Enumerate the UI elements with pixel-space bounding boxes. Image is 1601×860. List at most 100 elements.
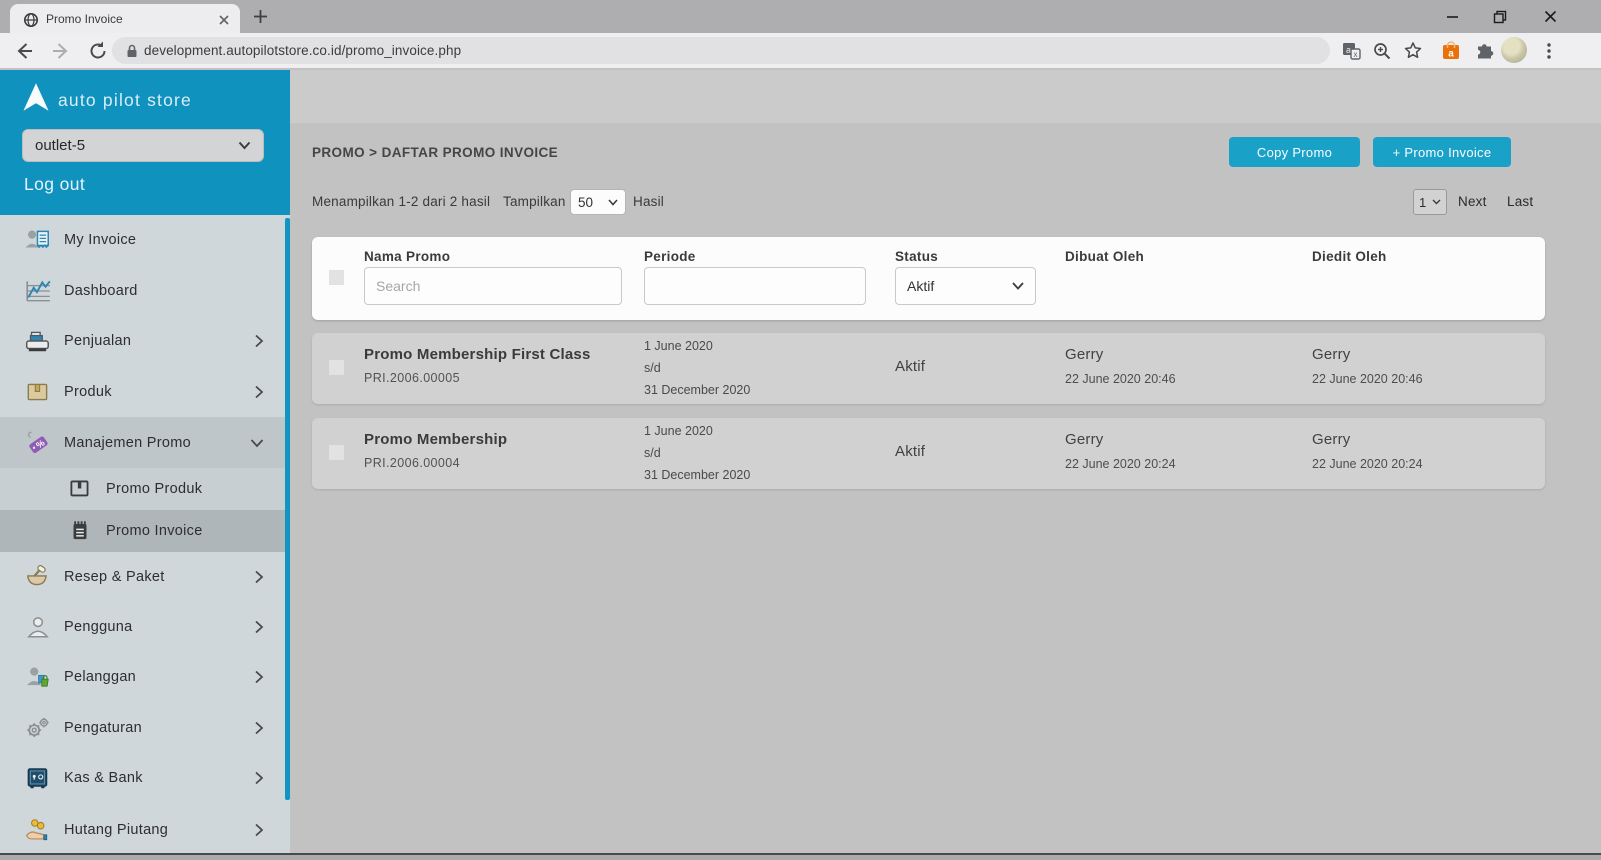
created-by: Gerry <box>1065 346 1104 363</box>
chart-icon <box>24 278 52 304</box>
translate-icon[interactable]: a x <box>1340 40 1362 62</box>
sidebar-item-pengguna[interactable]: Pengguna <box>0 602 290 652</box>
sidebar-item-label: Dashboard <box>64 283 138 299</box>
select-all-checkbox[interactable] <box>329 270 344 285</box>
outlet-selector-value: outlet-5 <box>35 137 85 154</box>
period-end: 31 December 2020 <box>644 468 750 482</box>
outlet-selector[interactable]: outlet-5 <box>22 129 264 162</box>
chevron-right-icon <box>254 385 264 399</box>
customer-bags-icon <box>24 664 52 690</box>
created-at: 22 June 2020 20:24 <box>1065 457 1176 471</box>
svg-text:a: a <box>1346 45 1351 55</box>
sidebar-item-dashboard[interactable]: Dashboard <box>0 266 290 316</box>
shop-extension-icon[interactable]: a <box>1440 40 1462 62</box>
menu-dots-icon[interactable] <box>1538 40 1560 62</box>
sidebar-item-pelanggan[interactable]: Pelanggan <box>0 652 290 702</box>
sidebar-item-resep-paket[interactable]: Resep & Paket <box>0 552 290 602</box>
user-icon <box>24 614 52 640</box>
chevron-down-icon <box>608 199 618 206</box>
page-number-select[interactable]: 1 <box>1413 189 1447 215</box>
logout-link[interactable]: Log out <box>24 174 85 195</box>
copy-promo-button[interactable]: Copy Promo <box>1229 137 1360 167</box>
page-number-value: 1 <box>1419 195 1426 210</box>
zoom-icon[interactable] <box>1371 40 1393 62</box>
created-by: Gerry <box>1065 431 1104 448</box>
page-size-value: 50 <box>578 195 593 210</box>
results-summary: Menampilkan 1-2 dari 2 hasil <box>312 194 490 209</box>
created-at: 22 June 2020 20:46 <box>1065 372 1176 386</box>
chevron-right-icon <box>254 721 264 735</box>
main-content: PROMO > DAFTAR PROMO INVOICE Copy Promo … <box>290 70 1601 860</box>
extensions-puzzle-icon[interactable] <box>1474 40 1496 62</box>
sidebar: auto pilot store outlet-5 Log out My Inv… <box>0 70 290 860</box>
sidebar-item-manajemen-promo[interactable]: % Manajemen Promo <box>0 417 290 468</box>
row-checkbox[interactable] <box>329 445 344 460</box>
sidebar-item-kas-bank[interactable]: Kas & Bank <box>0 753 290 803</box>
chevron-right-icon <box>254 570 264 584</box>
cash-register-icon <box>24 328 52 354</box>
back-icon[interactable] <box>13 40 35 62</box>
page-size-select[interactable]: 50 <box>570 189 626 215</box>
edited-at: 22 June 2020 20:24 <box>1312 457 1423 471</box>
box-icon <box>24 379 52 405</box>
sidebar-item-produk[interactable]: Produk <box>0 367 290 417</box>
promo-name[interactable]: Promo Membership <box>364 431 507 448</box>
chevron-down-icon <box>250 438 264 448</box>
promo-tag-icon: % <box>24 430 52 456</box>
mortar-icon <box>24 564 52 590</box>
sidebar-item-promo-produk[interactable]: Promo Produk <box>0 468 290 510</box>
star-icon[interactable] <box>1402 40 1424 62</box>
status-value: Aktif <box>895 358 925 375</box>
column-header-nama-promo: Nama Promo <box>364 249 450 264</box>
brand-name: auto pilot store <box>58 90 192 111</box>
restore-icon[interactable] <box>1477 0 1523 33</box>
periode-filter-input[interactable] <box>644 267 866 305</box>
add-promo-invoice-button[interactable]: + Promo Invoice <box>1373 137 1511 167</box>
minimize-icon[interactable] <box>1429 0 1475 33</box>
sidebar-item-penjualan[interactable]: Penjualan <box>0 316 290 366</box>
status-filter-select[interactable]: Aktif <box>895 267 1036 305</box>
invoice-person-icon <box>24 227 52 253</box>
sidebar-item-promo-invoice[interactable]: Promo Invoice <box>0 510 290 552</box>
status-value: Aktif <box>895 443 925 460</box>
tab-bar: Promo Invoice <box>0 0 1601 33</box>
chevron-down-icon <box>1432 199 1441 205</box>
new-tab-icon[interactable] <box>252 8 269 25</box>
sidebar-item-label: Promo Invoice <box>106 523 203 539</box>
sidebar-item-label: Resep & Paket <box>64 569 165 585</box>
pagination-next[interactable]: Next <box>1458 194 1487 209</box>
window-close-icon[interactable] <box>1527 0 1573 33</box>
globe-icon <box>23 12 39 28</box>
promo-name[interactable]: Promo Membership First Class <box>364 346 591 363</box>
address-bar[interactable]: development.autopilotstore.co.id/promo_i… <box>112 37 1330 64</box>
nama-promo-search-input[interactable] <box>364 267 622 305</box>
pagination-last[interactable]: Last <box>1507 194 1533 209</box>
chevron-down-icon <box>1012 282 1024 290</box>
table-row[interactable]: Promo Membership PRI.2006.00004 1 June 2… <box>312 418 1545 489</box>
sidebar-item-label: Promo Produk <box>106 481 202 497</box>
column-header-diedit-oleh: Diedit Oleh <box>1312 249 1387 264</box>
promo-code: PRI.2006.00004 <box>364 456 460 470</box>
lock-icon <box>126 44 138 58</box>
period-separator: s/d <box>644 361 661 375</box>
period-separator: s/d <box>644 446 661 460</box>
forward-icon[interactable] <box>50 40 72 62</box>
table-row[interactable]: Promo Membership First Class PRI.2006.00… <box>312 333 1545 404</box>
tab-close-icon[interactable] <box>216 12 232 28</box>
tampilkan-label: Tampilkan <box>503 194 566 209</box>
promo-box-icon <box>66 476 94 502</box>
browser-tab[interactable]: Promo Invoice <box>10 4 240 33</box>
sidebar-item-my-invoice[interactable]: My Invoice <box>0 215 290 265</box>
sidebar-item-pengaturan[interactable]: Pengaturan <box>0 703 290 753</box>
reload-icon[interactable] <box>87 40 109 62</box>
sidebar-item-label: Kas & Bank <box>64 770 143 786</box>
chevron-right-icon <box>254 670 264 684</box>
page-top-strip <box>290 70 1601 123</box>
sidebar-item-label: My Invoice <box>64 232 136 248</box>
sidebar-item-label: Pengaturan <box>64 720 142 736</box>
sidebar-item-hutang-piutang[interactable]: Hutang Piutang <box>0 804 290 855</box>
edited-by: Gerry <box>1312 431 1351 448</box>
hand-coins-icon <box>24 817 52 843</box>
profile-avatar[interactable] <box>1501 37 1527 63</box>
row-checkbox[interactable] <box>329 360 344 375</box>
